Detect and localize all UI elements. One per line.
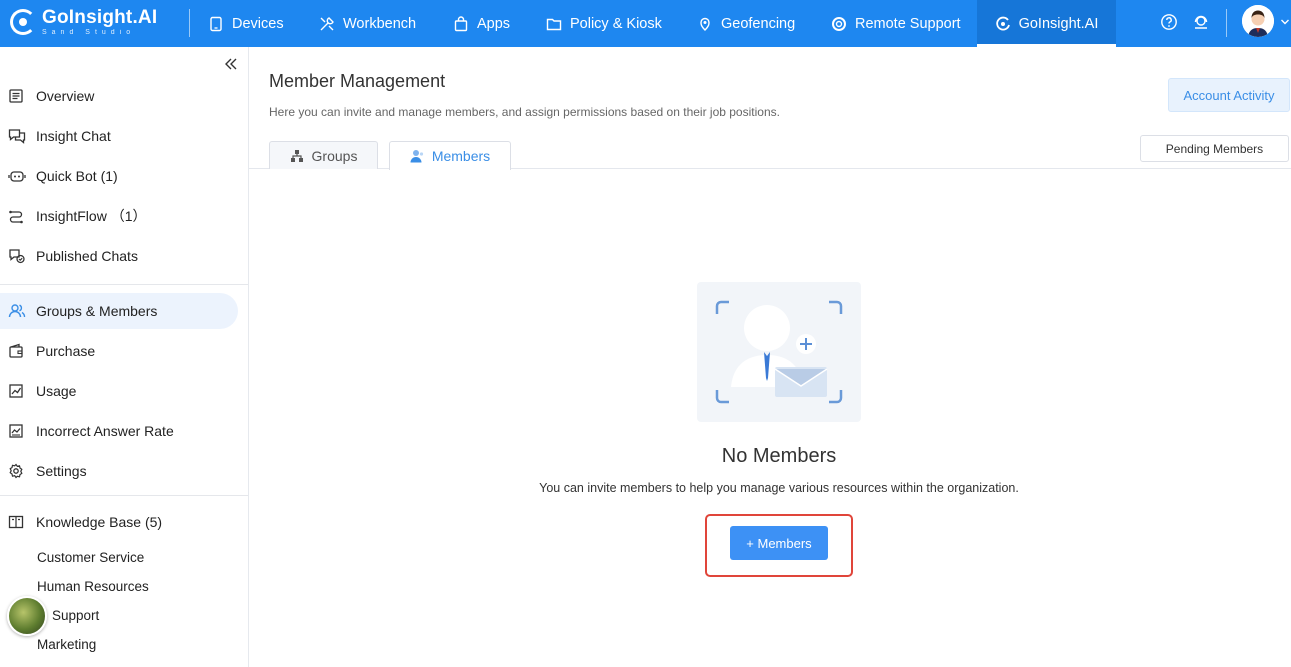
nav-devices-label: Devices [232, 15, 284, 32]
flow-icon [9, 210, 23, 224]
page-title: Member Management [269, 71, 446, 91]
brand-name: GoInsight.AI [42, 6, 158, 28]
wallet-icon [9, 343, 23, 358]
add-member-illustration-icon [715, 300, 843, 404]
users-icon [8, 304, 26, 318]
bot-icon [8, 171, 26, 182]
org-icon [290, 149, 303, 162]
bag-icon [454, 15, 468, 31]
sidebar-item-overview[interactable]: Overview [0, 78, 238, 114]
sidebar: Overview Insight Chat Quick Bot (1) Insi… [0, 47, 249, 667]
kb-item-support[interactable]: Support [52, 608, 99, 623]
nav-remote-support-label: Remote Support [855, 15, 961, 32]
nav-apps-label: Apps [477, 15, 511, 32]
chart-icon [9, 384, 23, 398]
sidebar-item-label: Purchase [36, 343, 96, 359]
nav-apps[interactable]: Apps [453, 0, 510, 47]
chat-icon [8, 129, 26, 144]
sidebar-item-label: InsightFlow （1） [36, 208, 147, 224]
gear-icon [9, 463, 23, 479]
sidebar-item-usage[interactable]: Usage [0, 373, 238, 409]
nav-goinsight[interactable]: GoInsight.AI [977, 0, 1116, 47]
nav-goinsight-label: GoInsight.AI [1018, 15, 1099, 32]
nav-policy-kiosk-label: Policy & Kiosk [570, 15, 662, 32]
sidebar-divider [0, 284, 248, 285]
sidebar-item-label: Published Chats [36, 248, 138, 264]
folder-icon [546, 18, 562, 30]
sidebar-item-insight-chat[interactable]: Insight Chat [0, 118, 238, 154]
empty-state-title: No Members [721, 445, 837, 467]
nav-devices[interactable]: Devices [208, 0, 284, 47]
nav-workbench-label: Workbench [343, 15, 417, 32]
nav-policy-kiosk[interactable]: Policy & Kiosk [546, 0, 662, 47]
sidebar-item-label: Overview [36, 88, 95, 104]
goinsight-logo-icon [10, 9, 36, 35]
tab-members[interactable]: Members [389, 141, 511, 170]
page-subtitle: Here you can invite and manage members, … [269, 105, 780, 119]
lifebuoy-icon [832, 16, 846, 31]
nav-workbench[interactable]: Workbench [319, 0, 416, 47]
help-icon[interactable] [1160, 13, 1178, 31]
sidebar-item-quick-bot[interactable]: Quick Bot (1) [0, 158, 238, 194]
main-content: Member Management Here you can invite an… [249, 47, 1291, 667]
sidebar-item-groups-members[interactable]: Groups & Members [0, 293, 238, 329]
sidebar-item-label: Insight Chat [36, 128, 111, 144]
book-icon [8, 515, 24, 529]
brand-logo[interactable]: GoInsight.AI Sand Studio [10, 5, 157, 39]
location-icon [700, 17, 710, 31]
account-activity-button[interactable]: Account Activity [1168, 78, 1290, 112]
sidebar-item-published-chats[interactable]: Published Chats [0, 238, 238, 274]
sidebar-item-purchase[interactable]: Purchase [0, 333, 238, 369]
nav-remote-support[interactable]: Remote Support [831, 0, 961, 47]
add-members-button[interactable]: + Members [730, 526, 828, 560]
sidebar-item-label: Settings [36, 463, 87, 479]
sidebar-item-label: Quick Bot (1) [36, 168, 118, 184]
sidebar-item-label: Usage [36, 383, 77, 399]
divider [189, 9, 190, 37]
trend-icon [9, 424, 23, 438]
collapse-sidebar-icon[interactable] [223, 57, 239, 71]
kb-item-marketing[interactable]: Marketing [37, 637, 96, 652]
nav-geofencing-label: Geofencing [721, 15, 796, 32]
sidebar-item-incorrect-answer-rate[interactable]: Incorrect Answer Rate [0, 413, 238, 449]
brand-subtitle: Sand Studio [42, 28, 136, 36]
sidebar-item-knowledge-base[interactable]: Knowledge Base (5) [0, 504, 238, 540]
floating-assistant-avatar[interactable] [7, 596, 47, 636]
empty-members-illustration [697, 282, 861, 422]
kb-item-human-resources[interactable]: Human Resources [37, 579, 149, 594]
nav-geofencing[interactable]: Geofencing [697, 0, 795, 47]
kb-item-customer-service[interactable]: Customer Service [37, 550, 144, 565]
support-agent-icon[interactable] [1192, 13, 1210, 31]
tab-groups[interactable]: Groups [269, 141, 378, 169]
document-icon [9, 89, 23, 103]
published-chat-icon [9, 249, 25, 264]
sidebar-item-label: Groups & Members [36, 303, 158, 319]
sidebar-divider [0, 495, 248, 496]
tab-groups-label: Groups [311, 147, 358, 164]
goinsight-icon [995, 16, 1010, 30]
tablet-icon [210, 16, 222, 31]
tab-members-label: Members [431, 148, 491, 164]
sidebar-item-label: Knowledge Base (5) [36, 514, 163, 530]
tools-icon [320, 16, 334, 30]
chevron-down-icon[interactable] [1280, 17, 1290, 27]
user-avatar[interactable] [1242, 5, 1274, 37]
empty-state-description: You can invite members to help you manag… [539, 481, 1019, 495]
top-navigation-bar: GoInsight.AI Sand Studio Devices Workben… [0, 0, 1291, 47]
divider [1226, 9, 1227, 37]
user-icon [410, 150, 423, 163]
pending-members-button[interactable]: Pending Members [1140, 135, 1289, 162]
sidebar-item-label: Incorrect Answer Rate [36, 423, 174, 439]
avatar-icon [1242, 5, 1274, 37]
sidebar-item-settings[interactable]: Settings [0, 453, 238, 489]
sidebar-item-insightflow[interactable]: InsightFlow （1） [0, 198, 238, 234]
